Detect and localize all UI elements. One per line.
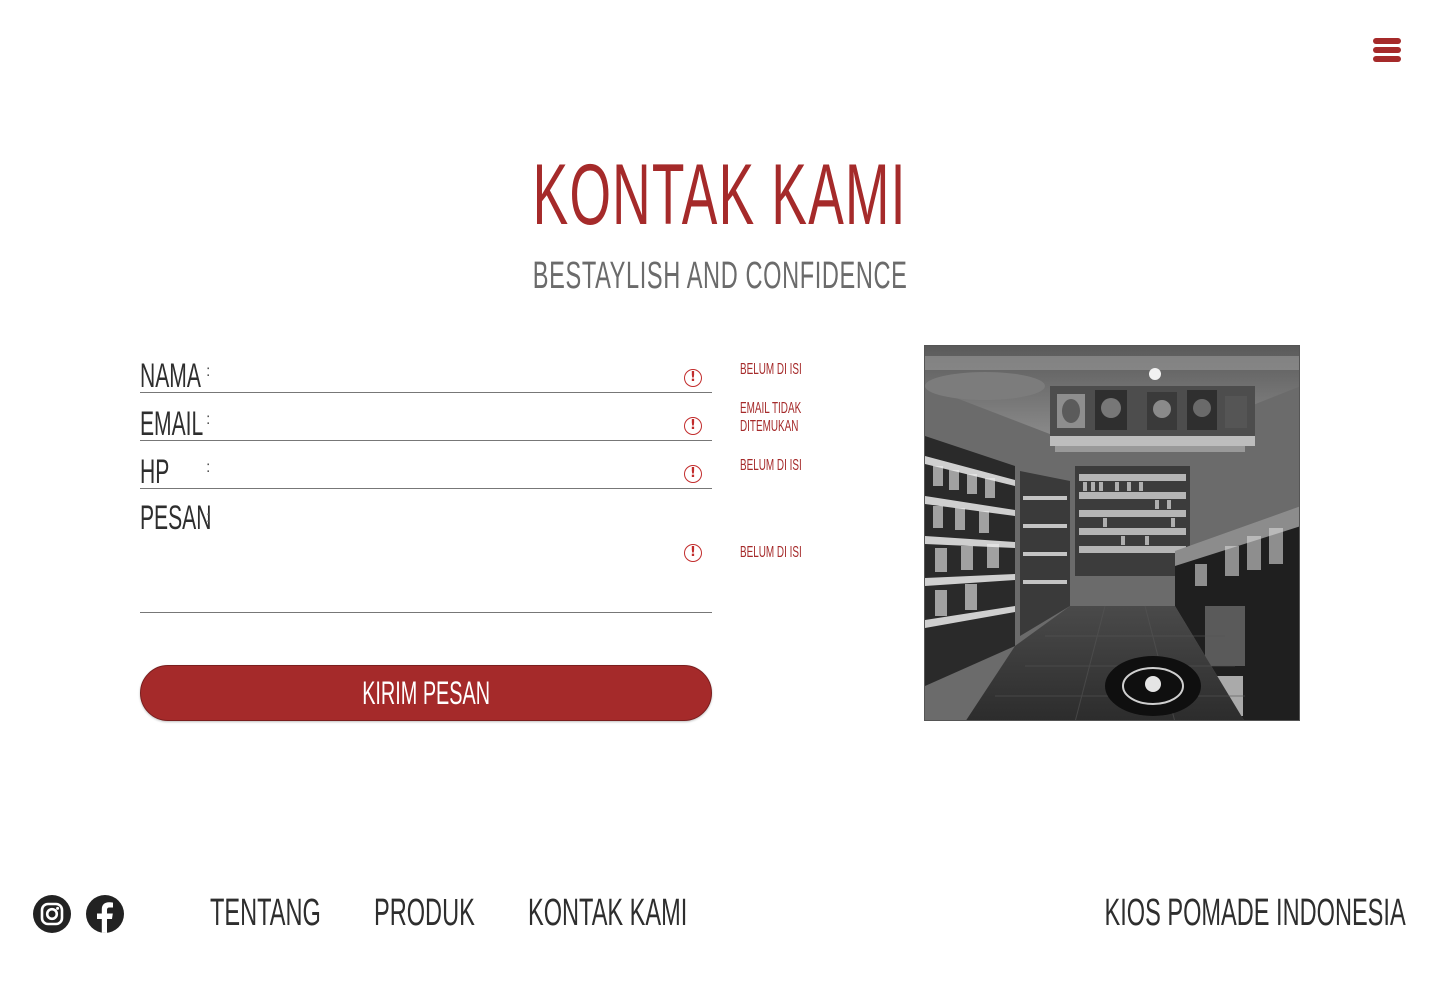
email-field: EMAIL : ! [140, 402, 712, 443]
email-warning-icon: ! [684, 417, 702, 435]
page-subtitle-text: BESTAYLISH AND CONFIDENCE [532, 255, 908, 297]
hp-error-message: BELUM DI ISI [740, 457, 802, 474]
facebook-icon[interactable] [86, 895, 124, 933]
nama-colon: : [206, 363, 211, 380]
menu-bar-bottom [1373, 56, 1401, 62]
hp-field: HP : ! [140, 450, 712, 491]
pesan-textarea[interactable] [220, 508, 672, 608]
footer-nav-produk[interactable]: PRODUK [374, 890, 537, 936]
footer-nav-tentang[interactable]: TENTANG [210, 890, 389, 936]
hp-input[interactable] [220, 458, 672, 484]
hp-colon: : [206, 459, 211, 476]
store-interior-illustration [925, 346, 1299, 720]
page-title-text: KONTAK KAMI [532, 147, 908, 243]
store-interior-photo [924, 345, 1300, 721]
nama-error-message: BELUM DI ISI [740, 361, 802, 378]
menu-bar-middle [1373, 47, 1401, 53]
email-colon: : [206, 411, 211, 428]
page-subtitle: BESTAYLISH AND CONFIDENCE [0, 254, 1440, 298]
instagram-icon[interactable] [33, 895, 71, 933]
menu-bar-top [1373, 38, 1401, 44]
footer-nav-kontak-kami[interactable]: KONTAK KAMI [528, 890, 785, 936]
nama-field: NAMA : ! [140, 354, 712, 395]
pesan-field: PESAN : ! [140, 498, 712, 613]
hamburger-menu-icon[interactable] [1373, 36, 1403, 64]
hp-label: HP [140, 453, 170, 491]
pesan-error-message: BELUM DI ISI [740, 544, 802, 561]
pesan-warning-icon: ! [684, 544, 702, 562]
footer-brand-name: KIOS POMADE INDONESIA [1104, 892, 1406, 934]
kirim-pesan-button[interactable]: KIRIM PESAN [140, 665, 712, 721]
nama-input[interactable] [220, 362, 672, 388]
email-input[interactable] [220, 410, 672, 436]
email-error-message: EMAIL TIDAK DITEMUKAN [740, 400, 802, 435]
hp-warning-icon: ! [684, 465, 702, 483]
page-title: KONTAK KAMI [0, 150, 1440, 240]
pesan-colon: : [206, 509, 211, 526]
nama-warning-icon: ! [684, 369, 702, 387]
